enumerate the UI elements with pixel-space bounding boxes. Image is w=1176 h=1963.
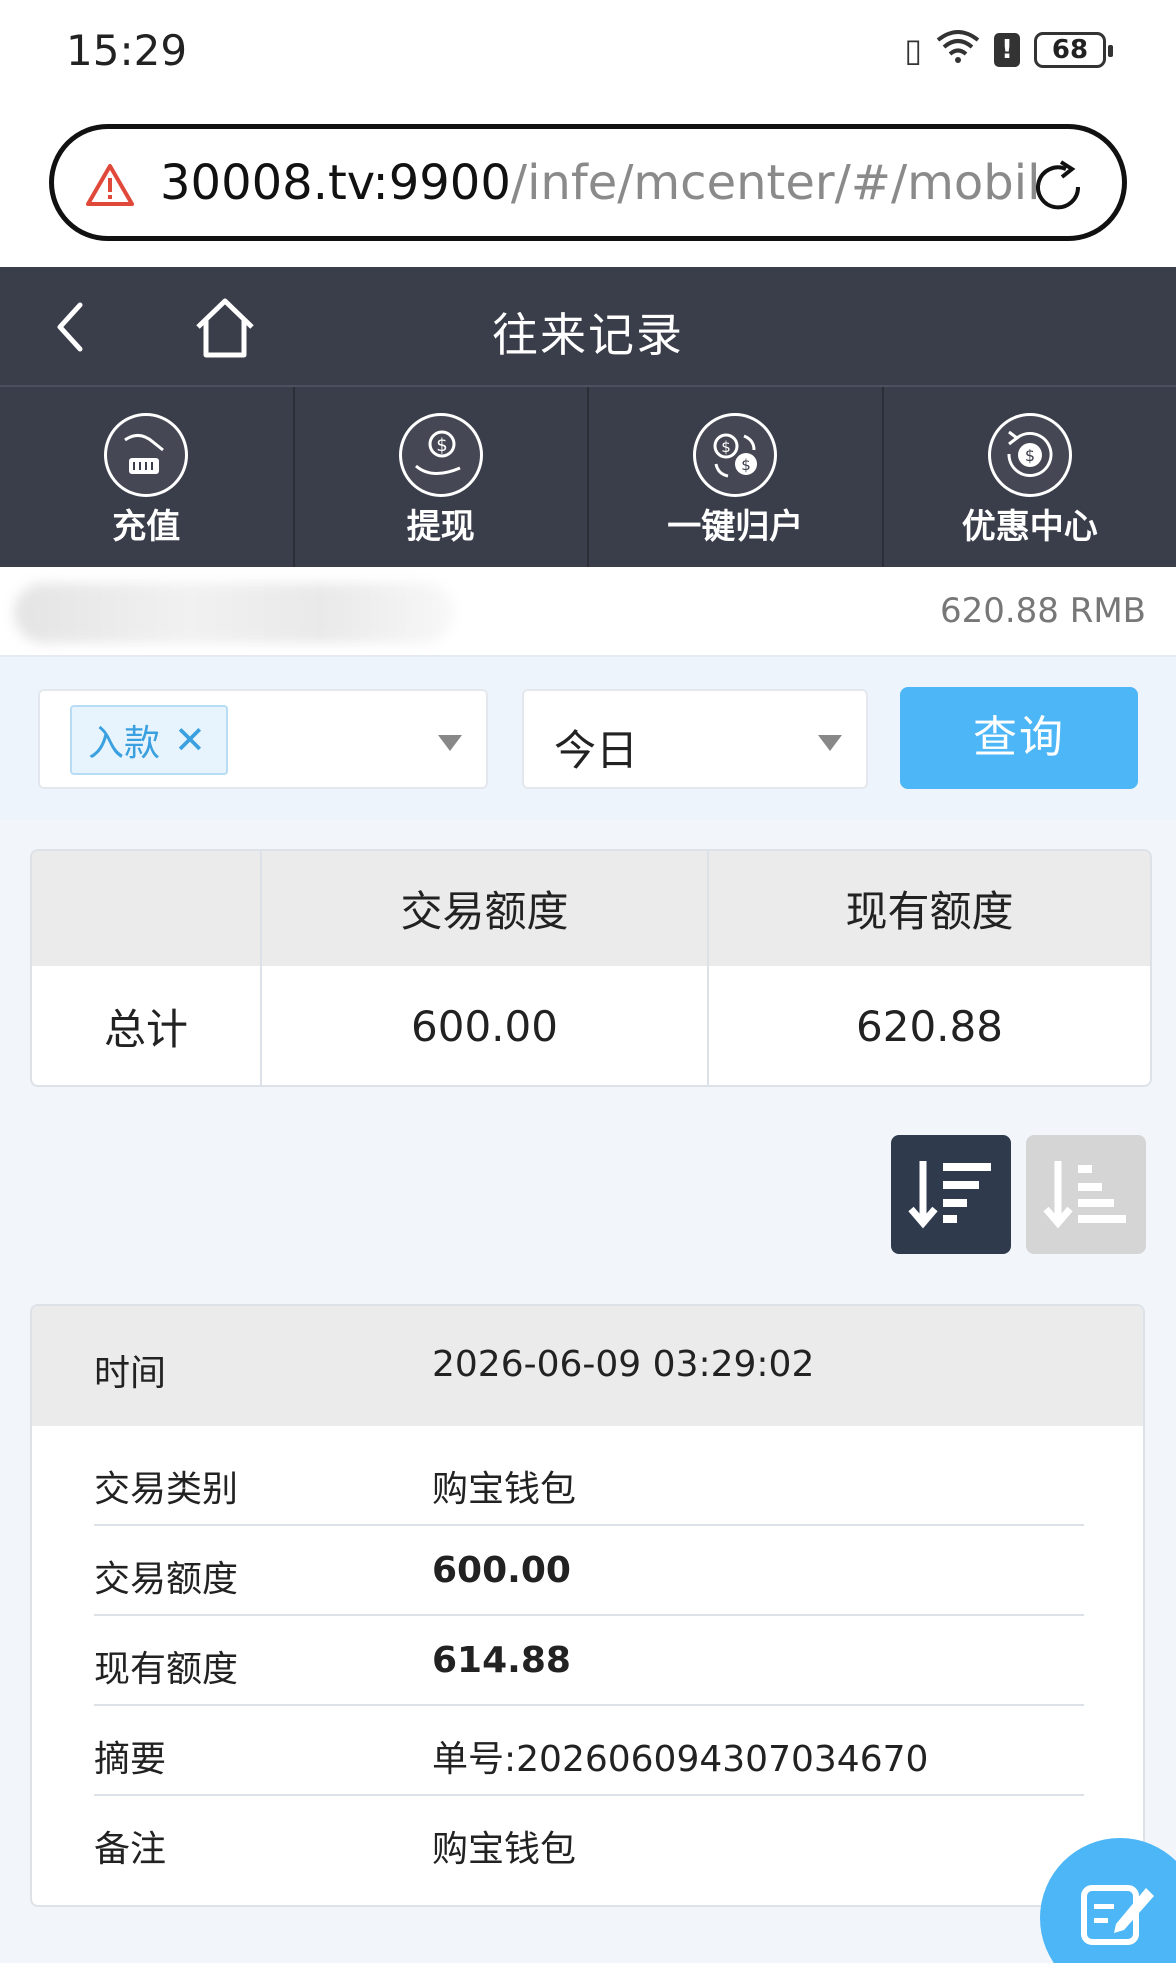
account-name-blurred bbox=[14, 583, 454, 643]
url-text[interactable]: 30008.tv:9900/infe/mcenter/#/mobile/ bbox=[160, 155, 1040, 211]
summary-header-empty bbox=[32, 851, 262, 966]
sort-desc-button[interactable] bbox=[891, 1135, 1011, 1254]
account-row: 620.88 RMB bbox=[0, 567, 1176, 657]
status-icons: ▯ ! 68 bbox=[904, 28, 1113, 73]
record-row-category: 交易类别 购宝钱包 bbox=[94, 1436, 1084, 1526]
record-card: 时间 2026-06-09 03:29:02 交易类别 购宝钱包 交易额度 60… bbox=[30, 1304, 1145, 1907]
summary-header-row: 交易额度 现有额度 bbox=[32, 851, 1150, 966]
close-icon[interactable]: ✕ bbox=[174, 721, 206, 759]
record-row-label: 交易类别 bbox=[94, 1469, 239, 1510]
record-row-trade-amount: 交易额度 600.00 bbox=[94, 1526, 1084, 1616]
browser-toolbar: 30008.tv:9900/infe/mcenter/#/mobile/ bbox=[0, 100, 1176, 267]
withdraw-icon: $ bbox=[398, 413, 483, 497]
address-bar[interactable]: 30008.tv:9900/infe/mcenter/#/mobile/ bbox=[49, 124, 1127, 241]
type-tag-label: 入款 bbox=[88, 723, 161, 764]
type-tag: 入款 ✕ bbox=[70, 705, 228, 775]
record-row-remark: 备注 购宝钱包 bbox=[94, 1796, 1084, 1886]
record-row-label: 备注 bbox=[94, 1829, 167, 1870]
query-button[interactable]: 查询 bbox=[900, 687, 1138, 789]
transfer-all-icon: $ $ bbox=[693, 413, 778, 497]
quick-nav: 充值 $ 提现 $ $ 一键归户 $ 优惠中心 bbox=[0, 385, 1176, 567]
page-title: 往来记录 bbox=[492, 308, 684, 362]
svg-text:$: $ bbox=[1025, 446, 1035, 465]
sort-desc-icon bbox=[908, 1161, 991, 1229]
date-select[interactable]: 今日 bbox=[522, 689, 868, 789]
summary-row-label: 总计 bbox=[32, 966, 262, 1085]
url-path: /infe/mcenter/#/mobile/ bbox=[510, 155, 1040, 211]
url-host: 30008.tv:9900 bbox=[160, 155, 511, 211]
record-row-label: 摘要 bbox=[94, 1739, 167, 1780]
sort-asc-icon bbox=[1043, 1161, 1126, 1229]
nav-deposit[interactable]: 充值 bbox=[0, 387, 295, 567]
status-bar: 15:29 ▯ ! 68 bbox=[0, 0, 1176, 100]
record-time-label: 时间 bbox=[94, 1353, 167, 1394]
record-row-value: 600.00 bbox=[432, 1550, 571, 1591]
promotion-icon: $ bbox=[987, 413, 1072, 497]
sort-asc-button[interactable] bbox=[1026, 1135, 1146, 1254]
summary-header-current: 现有额度 bbox=[845, 887, 1014, 936]
nav-withdraw[interactable]: $ 提现 bbox=[295, 387, 589, 567]
nav-deposit-label: 充值 bbox=[112, 507, 181, 547]
record-row-current-amount: 现有额度 614.88 bbox=[94, 1616, 1084, 1706]
date-value: 今日 bbox=[554, 726, 639, 775]
alert-icon: ! bbox=[994, 33, 1020, 67]
app-header: 往来记录 bbox=[0, 267, 1176, 385]
record-row-summary: 摘要 单号:202606094307034670 bbox=[94, 1706, 1084, 1796]
wifi-icon bbox=[936, 28, 980, 73]
svg-text:$: $ bbox=[741, 456, 751, 474]
svg-text:$: $ bbox=[436, 435, 447, 456]
chevron-down-icon bbox=[818, 735, 842, 751]
type-select[interactable]: 入款 ✕ bbox=[38, 689, 488, 789]
chevron-down-icon bbox=[438, 735, 462, 751]
record-row-value: 购宝钱包 bbox=[432, 1469, 577, 1510]
nav-transfer-all[interactable]: $ $ 一键归户 bbox=[589, 387, 884, 567]
summary-header-trade: 交易额度 bbox=[261, 851, 709, 966]
record-row-value: 单号:202606094307034670 bbox=[432, 1739, 929, 1780]
record-time-value: 2026-06-09 03:29:02 bbox=[432, 1344, 815, 1385]
record-row-label: 现有额度 bbox=[94, 1649, 239, 1690]
deposit-icon bbox=[104, 413, 189, 497]
edit-icon bbox=[1081, 1885, 1154, 1945]
nav-transfer-all-label: 一键归户 bbox=[667, 507, 804, 547]
svg-text:$: $ bbox=[721, 438, 731, 456]
vibrate-icon: ▯ bbox=[904, 31, 922, 69]
summary-current-amount: 620.88 bbox=[856, 1002, 1003, 1051]
nav-withdraw-label: 提现 bbox=[406, 507, 475, 547]
filter-bar: 入款 ✕ 今日 查询 bbox=[0, 657, 1176, 820]
status-time: 15:29 bbox=[66, 26, 188, 75]
record-head: 时间 2026-06-09 03:29:02 bbox=[32, 1306, 1143, 1426]
reload-icon[interactable] bbox=[1028, 157, 1088, 217]
record-row-value: 购宝钱包 bbox=[432, 1829, 577, 1870]
nav-promotion-label: 优惠中心 bbox=[961, 507, 1098, 547]
record-row-value: 614.88 bbox=[432, 1640, 571, 1681]
summary-total-row: 总计 600.00 620.88 bbox=[32, 966, 1150, 1085]
record-row-label: 交易额度 bbox=[94, 1559, 239, 1600]
nav-promotion[interactable]: $ 优惠中心 bbox=[884, 387, 1176, 567]
warning-icon[interactable] bbox=[86, 163, 134, 207]
summary-table: 交易额度 现有额度 总计 600.00 620.88 bbox=[30, 849, 1152, 1087]
battery-icon: 68 bbox=[1034, 32, 1113, 68]
account-balance: 620.88 RMB bbox=[939, 591, 1146, 631]
summary-trade-amount: 600.00 bbox=[261, 966, 709, 1085]
